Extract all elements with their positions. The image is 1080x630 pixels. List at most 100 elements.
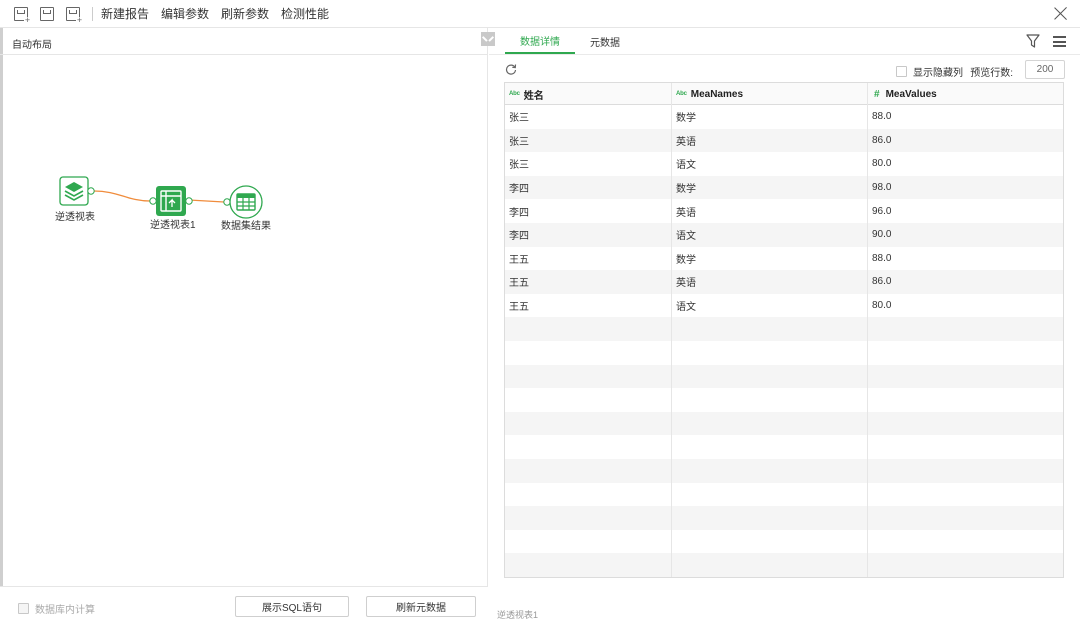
table-row[interactable]: 李四 英语 96.0 xyxy=(505,199,1063,223)
table-row[interactable]: 王五 语文 80.0 xyxy=(505,293,1063,318)
table-cell xyxy=(505,506,672,530)
save-as-icon[interactable]: + xyxy=(66,6,83,24)
table-cell xyxy=(672,458,868,483)
save-icon[interactable] xyxy=(40,6,54,21)
node-label: 逆透视表 xyxy=(55,212,95,223)
flow-canvas[interactable]: 逆透视表 逆透视表1 数据集结果 xyxy=(0,55,488,587)
number-type-icon: # xyxy=(874,88,880,100)
table-row[interactable]: 张三 英语 86.0 xyxy=(505,128,1063,153)
table-cell: 数学 xyxy=(672,175,868,200)
filter-icon[interactable] xyxy=(1026,34,1040,48)
connector-line xyxy=(93,190,151,202)
data-panel: 数据详情 元数据 显示隐藏列 预览行数: Abc 姓名 Abc MeaNames… xyxy=(489,28,1080,630)
close-icon[interactable] xyxy=(1054,6,1068,20)
flow-panel: 自动布局 逆透视表 逆透视表1 数据集结果 数据库内计算 展示SQL语句 刷新元… xyxy=(0,28,495,630)
toolbar-divider xyxy=(92,6,93,21)
column-header-label: MeaNames xyxy=(690,88,744,100)
table-cell: 语文 xyxy=(672,293,868,318)
table-cell xyxy=(505,529,672,554)
table-row[interactable]: 王五 数学 88.0 xyxy=(505,246,1063,271)
table-cell: 语文 xyxy=(672,222,868,247)
table-cell xyxy=(868,388,1063,412)
node-unpivot-1[interactable] xyxy=(149,186,193,216)
table-cell xyxy=(868,412,1063,436)
auto-layout-button[interactable]: 自动布局 xyxy=(12,36,52,51)
new-report-button[interactable]: 新建报告 xyxy=(101,5,149,22)
table-cell: 86.0 xyxy=(872,134,892,146)
refresh-metadata-button[interactable]: 刷新元数据 xyxy=(366,596,476,617)
table-cell: 88.0 xyxy=(872,111,892,123)
refresh-params-button[interactable]: 刷新参数 xyxy=(221,5,269,22)
tab-data-details[interactable]: 数据详情 xyxy=(505,28,575,54)
empty-row xyxy=(505,411,1063,436)
db-compute-toggle[interactable]: 数据库内计算 xyxy=(18,601,95,616)
table-row[interactable]: 张三 数学 88.0 xyxy=(505,105,1063,129)
string-type-icon: Abc xyxy=(676,91,687,97)
show-sql-button[interactable]: 展示SQL语句 xyxy=(235,596,349,617)
check-performance-button[interactable]: 检测性能 xyxy=(281,5,329,22)
table-cell: 90.0 xyxy=(872,229,892,241)
table-cell: 数学 xyxy=(672,105,868,129)
string-type-icon: Abc xyxy=(509,91,520,97)
table-cell: 王五 xyxy=(505,246,672,271)
table-cell: 80.0 xyxy=(872,300,892,312)
table-cell xyxy=(505,458,672,483)
table-cell xyxy=(672,411,868,436)
node-unpivot-source[interactable] xyxy=(59,176,95,206)
table-row[interactable]: 李四 数学 98.0 xyxy=(505,175,1063,200)
table-cell xyxy=(505,553,672,577)
table-cell: 李四 xyxy=(505,199,672,223)
data-grid: Abc 姓名 Abc MeaNames # MeaValues 张三 数学 88.0… xyxy=(504,82,1064,578)
table-cell xyxy=(672,388,868,412)
db-compute-checkbox[interactable] xyxy=(18,603,29,614)
column-header-label: 姓名 xyxy=(523,90,544,102)
table-cell xyxy=(868,459,1063,483)
node-dataset-result[interactable] xyxy=(223,185,263,219)
column-header-meanames[interactable]: Abc MeaNames xyxy=(672,83,868,105)
status-text: 逆透视表1 xyxy=(497,610,539,620)
empty-row xyxy=(505,458,1063,483)
table-cell xyxy=(505,411,672,436)
node-label: 逆透视表1 xyxy=(150,220,196,231)
edit-params-button[interactable]: 编辑参数 xyxy=(161,5,209,22)
preview-rows-input[interactable] xyxy=(1025,60,1065,79)
table-cell xyxy=(672,364,868,389)
table-cell: 88.0 xyxy=(872,252,892,264)
table-cell xyxy=(672,435,868,459)
table-cell xyxy=(868,483,1063,507)
column-header-label: MeaValues xyxy=(885,88,937,100)
table-cell xyxy=(505,317,672,341)
table-cell: 98.0 xyxy=(872,182,892,194)
table-cell xyxy=(868,506,1063,530)
table-row[interactable]: 张三 语文 80.0 xyxy=(505,152,1063,176)
table-cell xyxy=(505,340,672,365)
node-label: 数据集结果 xyxy=(221,221,271,232)
table-cell: 张三 xyxy=(505,105,672,129)
column-header-meavalues[interactable]: # MeaValues xyxy=(868,83,1063,105)
tab-metadata[interactable]: 元数据 xyxy=(575,28,635,54)
table-cell: 李四 xyxy=(505,175,672,200)
db-compute-label: 数据库内计算 xyxy=(35,605,95,616)
empty-row xyxy=(505,388,1063,412)
table-row[interactable]: 李四 语文 90.0 xyxy=(505,222,1063,247)
menu-icon[interactable] xyxy=(1053,36,1066,47)
show-hidden-checkbox[interactable] xyxy=(896,66,907,77)
column-header-name[interactable]: Abc 姓名 xyxy=(505,83,672,105)
table-cell: 英语 xyxy=(672,199,868,223)
table-cell: 英语 xyxy=(672,128,868,153)
new-file-icon[interactable]: + xyxy=(14,6,31,24)
refresh-icon[interactable] xyxy=(505,63,517,75)
table-row[interactable]: 王五 英语 86.0 xyxy=(505,270,1063,294)
grid-body: 张三 数学 88.0 张三 英语 86.0 张三 语文 80.0 李四 数学 98.0 李四 英语 96.0… xyxy=(505,105,1063,577)
table-cell: 英语 xyxy=(672,270,868,294)
table-cell xyxy=(672,317,868,341)
table-cell: 张三 xyxy=(505,152,672,176)
show-hidden-toggle[interactable]: 显示隐藏列 xyxy=(896,64,963,79)
empty-row xyxy=(505,506,1063,530)
show-hidden-label: 显示隐藏列 xyxy=(913,68,963,79)
table-cell xyxy=(505,482,672,507)
data-tabs: 数据详情 元数据 xyxy=(505,28,635,54)
empty-row xyxy=(505,435,1063,459)
empty-row xyxy=(505,317,1063,341)
table-cell: 王五 xyxy=(505,270,672,294)
